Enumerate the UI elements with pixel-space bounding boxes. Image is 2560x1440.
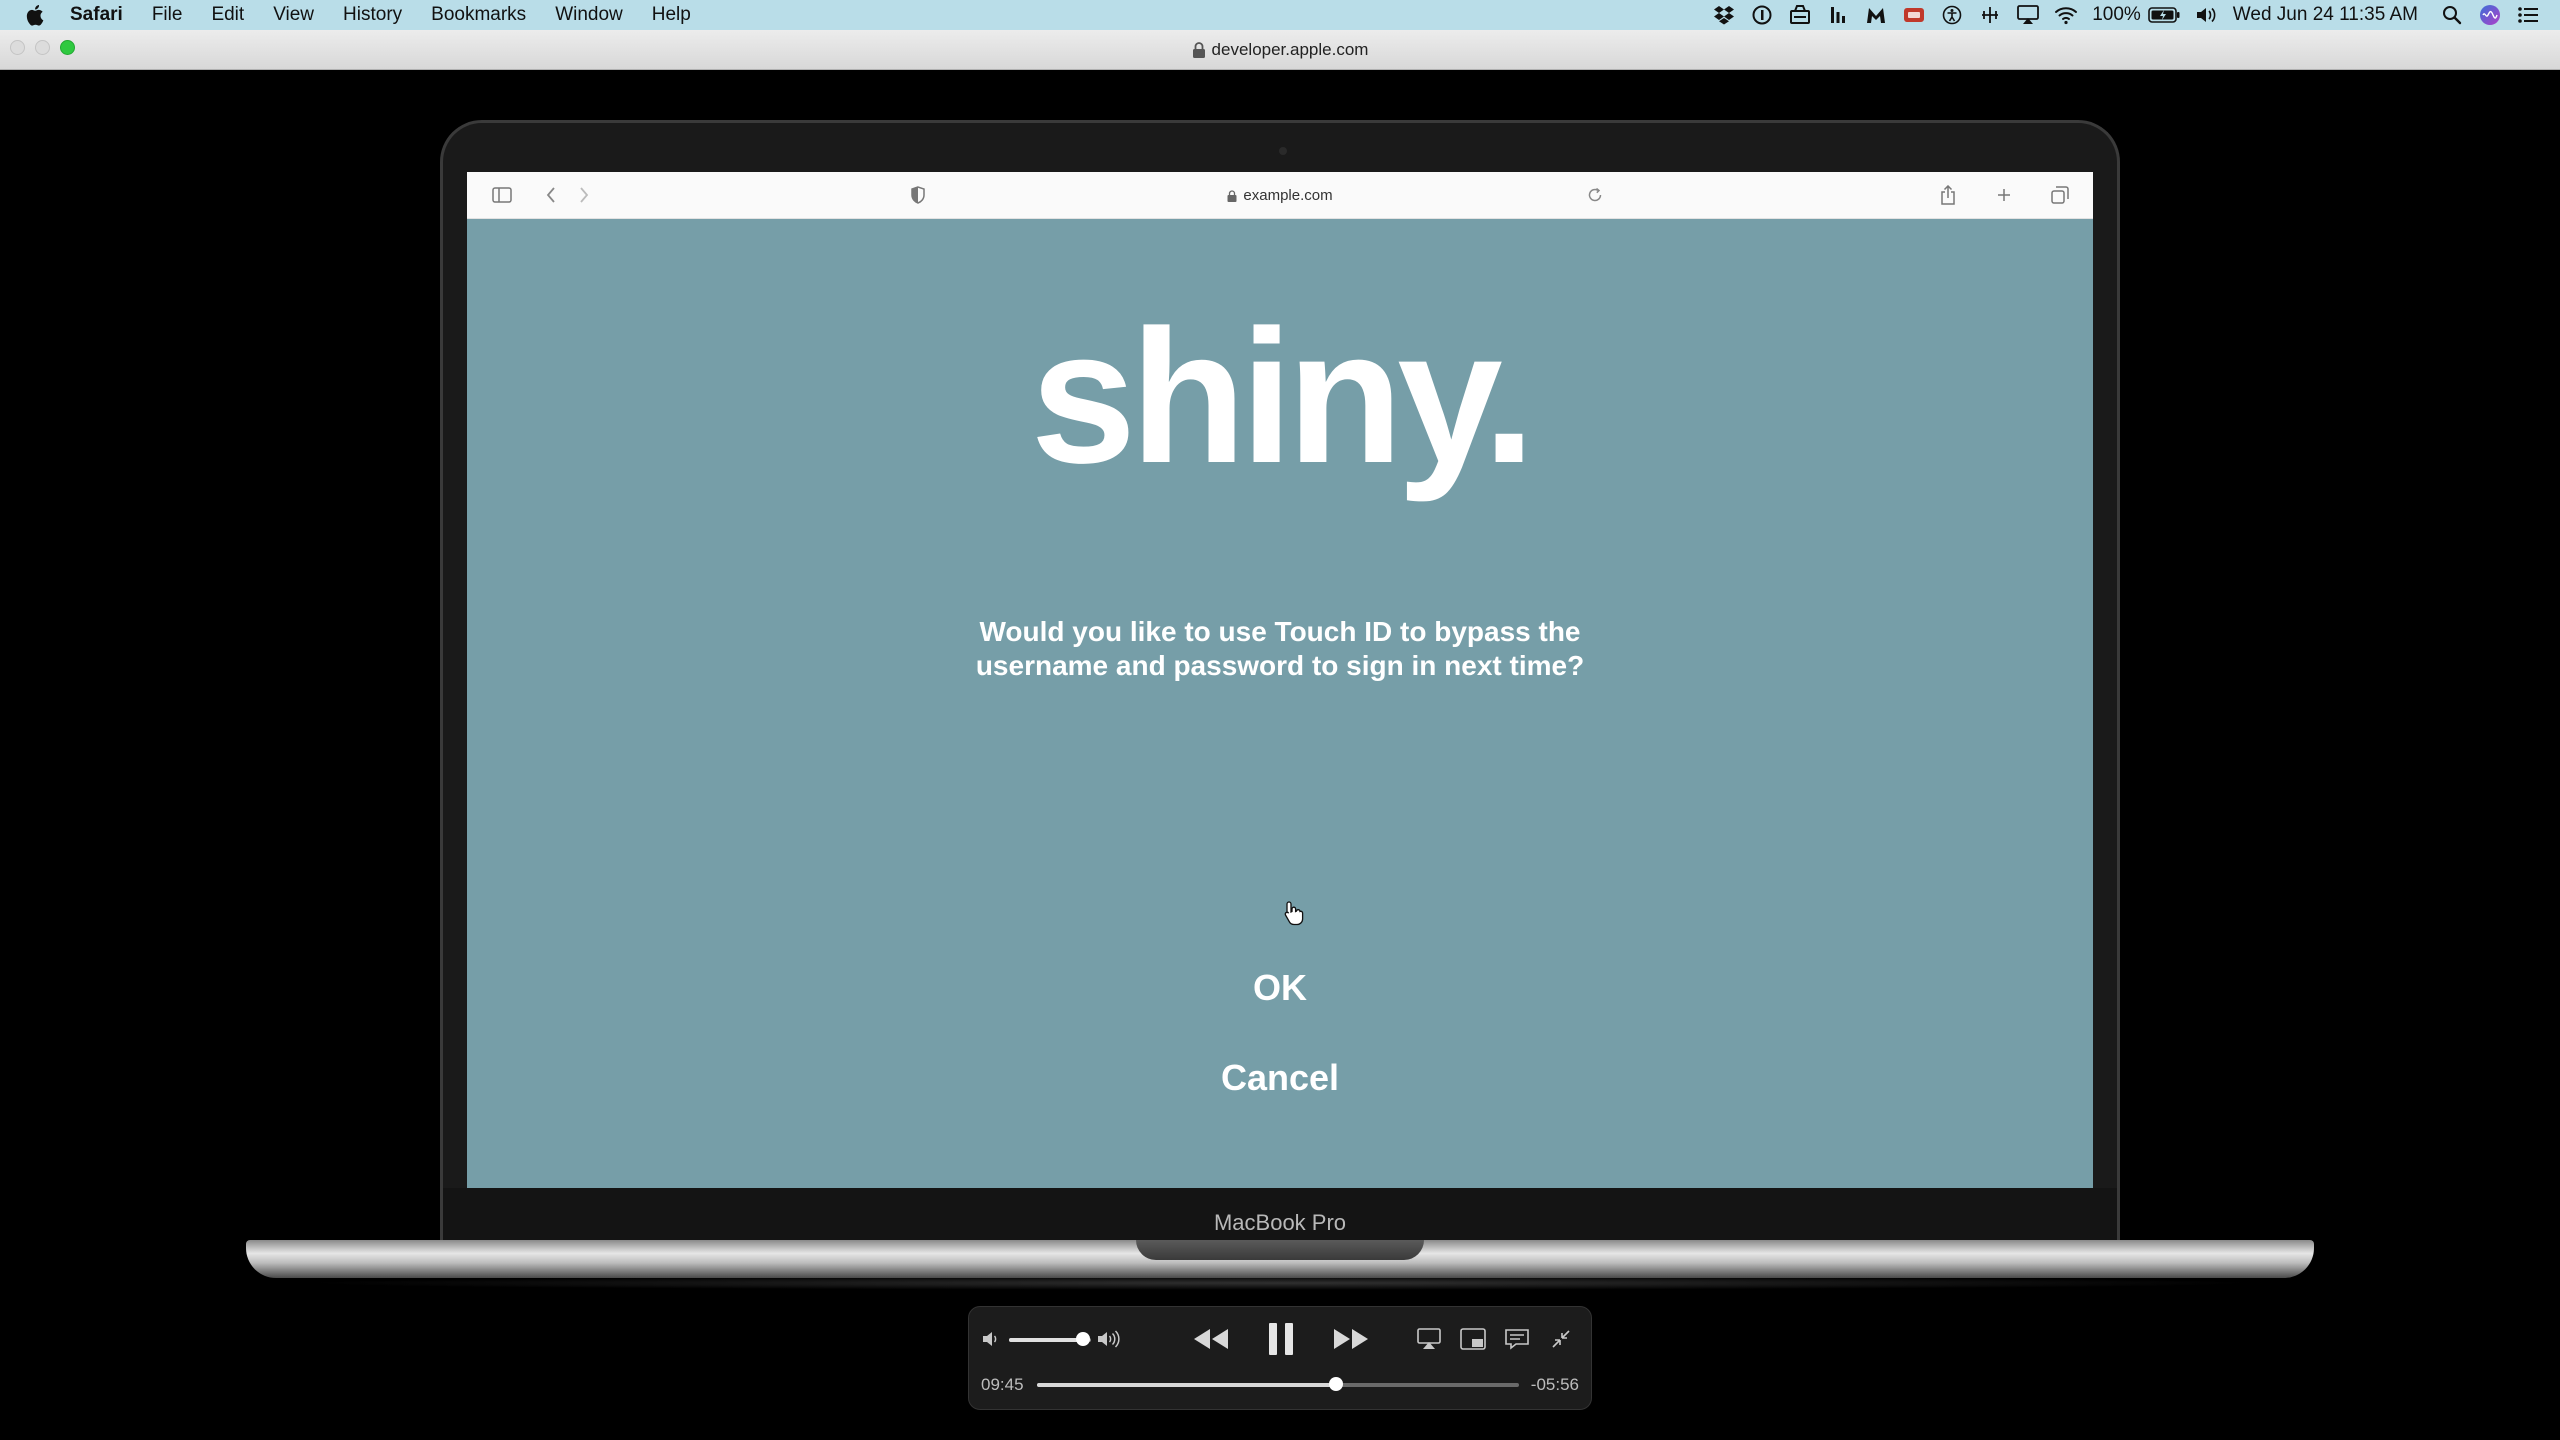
reload-icon — [1584, 184, 1606, 206]
menu-safari[interactable]: Safari — [70, 4, 123, 26]
ok-button: OK — [467, 967, 2093, 1009]
menu-view[interactable]: View — [273, 4, 314, 26]
elapsed-time: 09:45 — [981, 1375, 1024, 1394]
battery-percent: 100% — [2092, 4, 2141, 25]
display-icon[interactable] — [1902, 3, 1926, 27]
menu-edit[interactable]: Edit — [211, 4, 244, 26]
volume-knob[interactable] — [1075, 1332, 1090, 1346]
laptop-shadow — [300, 1276, 2260, 1290]
new-tab-icon — [1993, 184, 2015, 206]
lock-icon — [1192, 42, 1205, 58]
airplay-video-button[interactable] — [1415, 1327, 1443, 1351]
siri-icon[interactable] — [2478, 3, 2502, 27]
status-area: 100% Wed Jun 24 11:35 AM — [1698, 0, 2540, 30]
volume-high-icon[interactable] — [1095, 1327, 1125, 1351]
airplay-icon[interactable] — [2016, 3, 2040, 27]
safari-title-bar: developer.apple.com — [0, 30, 2560, 70]
playback-progress-fill — [1037, 1383, 1336, 1387]
spotlight-search-icon[interactable] — [2440, 3, 2464, 27]
menu-window[interactable]: Window — [555, 4, 623, 26]
page-headline: shiny. — [1030, 291, 1536, 503]
notification-center-icon[interactable] — [2516, 3, 2540, 27]
video-controls: 09:45 -05:56 — [968, 1306, 1592, 1410]
touch-id-prompt: Would you like to use Touch ID to bypass… — [975, 616, 1585, 681]
inner-lock-icon — [1227, 189, 1237, 202]
picture-in-picture-button[interactable] — [1459, 1327, 1487, 1351]
laptop-base-notch — [1136, 1240, 1424, 1260]
menu-file[interactable]: File — [152, 4, 183, 26]
menu-bookmarks[interactable]: Bookmarks — [431, 4, 526, 26]
wifi-icon[interactable] — [2054, 3, 2078, 27]
laptop-camera — [1279, 147, 1287, 155]
window-url: developer.apple.com — [0, 30, 2560, 70]
sound-control-icon[interactable] — [1978, 3, 2002, 27]
onepassword-icon[interactable] — [1750, 3, 1774, 27]
battery-icon[interactable] — [2147, 3, 2181, 27]
fast-forward-button[interactable] — [1331, 1323, 1371, 1355]
volume-slider[interactable] — [1009, 1332, 1091, 1346]
volume-low-icon[interactable] — [979, 1327, 1003, 1351]
malwarebytes-icon[interactable] — [1864, 3, 1888, 27]
tools-icon[interactable] — [1788, 3, 1812, 27]
playback-scrubber[interactable] — [1037, 1377, 1519, 1391]
tab-overview-icon — [2049, 184, 2071, 206]
laptop-screen: example.com shiny. Would you like to use… — [467, 172, 2093, 1188]
pause-button[interactable] — [1259, 1319, 1303, 1359]
inner-safari-toolbar: example.com — [467, 172, 2093, 219]
dropbox-icon[interactable] — [1712, 3, 1736, 27]
inner-address-bar: example.com — [467, 172, 2093, 219]
menu-help[interactable]: Help — [652, 4, 691, 26]
rewind-button[interactable] — [1191, 1323, 1231, 1355]
share-icon — [1937, 184, 1959, 206]
playback-knob[interactable] — [1328, 1377, 1343, 1391]
laptop-model-label: MacBook Pro — [1213, 1210, 1347, 1235]
window-url-text: developer.apple.com — [1211, 40, 1369, 59]
menu-bar: Safari File Edit View History Bookmarks … — [0, 0, 2560, 30]
accessibility-icon[interactable] — [1940, 3, 1964, 27]
exit-fullscreen-button[interactable] — [1547, 1327, 1575, 1351]
menu-history[interactable]: History — [343, 4, 402, 26]
remaining-time: -05:56 — [1530, 1375, 1579, 1394]
cancel-button: Cancel — [467, 1057, 2093, 1099]
subtitles-button[interactable] — [1503, 1327, 1531, 1351]
apple-menu-icon[interactable] — [24, 3, 48, 27]
inner-url-text: example.com — [1243, 187, 1333, 204]
volume-fill — [1009, 1338, 1083, 1342]
bars-icon[interactable] — [1826, 3, 1850, 27]
hand-cursor-icon — [1284, 901, 1304, 926]
volume-icon[interactable] — [2195, 3, 2219, 27]
menubar-clock[interactable]: Wed Jun 24 11:35 AM — [2233, 4, 2418, 26]
